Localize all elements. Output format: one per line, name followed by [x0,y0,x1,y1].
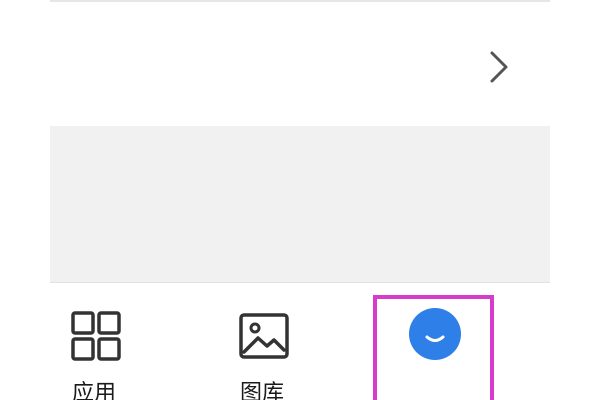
phone-screen: 应用 图库 [50,0,550,400]
settings-row[interactable] [50,2,550,126]
tab-apps-label: 应用 [72,381,117,400]
grid-icon [70,310,122,362]
label-cover-patch [400,379,550,400]
screenshot-stage: 应用 图库 [0,0,600,400]
tab-apps[interactable]: 应用 [50,283,146,400]
chevron-right-icon[interactable] [487,50,511,84]
smiley-assistant-icon [408,307,462,361]
tab-gallery[interactable]: 图库 [220,283,310,400]
tab-gallery-label: 图库 [240,381,285,400]
image-icon [238,312,290,360]
bottom-nav-bar: 应用 图库 [50,282,550,400]
content-gray-area [50,126,550,282]
